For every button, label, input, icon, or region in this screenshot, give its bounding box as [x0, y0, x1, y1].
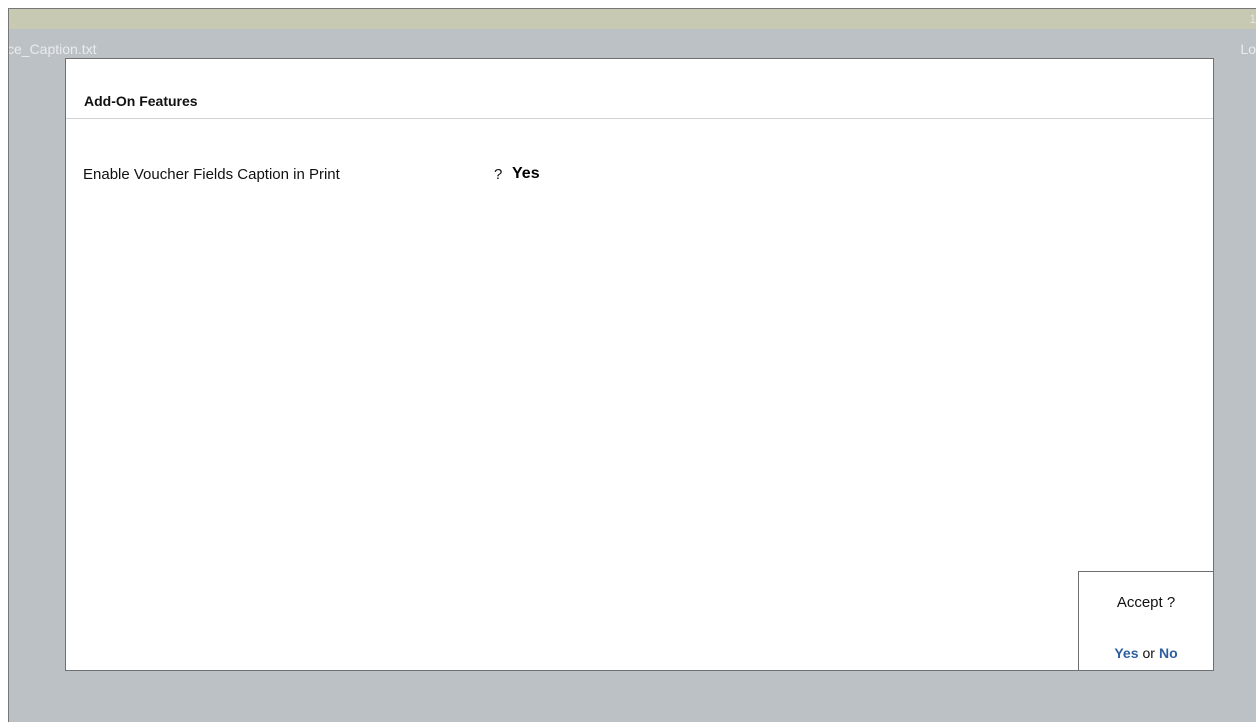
app-screen: 1 ce_Caption.txt Lo Add-On Features Enab… — [8, 8, 1256, 722]
background-right-label: Lo — [1240, 41, 1256, 57]
background-file-label: ce_Caption.txt — [8, 41, 97, 57]
top-bar: 1 — [9, 9, 1256, 29]
accept-yes-button[interactable]: Yes — [1114, 645, 1138, 661]
voucher-caption-toggle[interactable]: Yes — [512, 165, 540, 183]
field-label-voucher-caption: Enable Voucher Fields Caption in Print — [83, 166, 340, 183]
field-prompt: ? — [494, 166, 503, 183]
top-bar-text: 1 — [1249, 12, 1256, 26]
accept-options: Yes or No — [1079, 645, 1213, 661]
add-on-features-dialog: Add-On Features Enable Voucher Fields Ca… — [65, 58, 1214, 671]
accept-no-button[interactable]: No — [1159, 645, 1178, 661]
accept-or-text: or — [1142, 645, 1155, 661]
dialog-title: Add-On Features — [84, 93, 198, 109]
accept-prompt-box: Accept ? Yes or No — [1078, 571, 1214, 671]
title-divider — [66, 118, 1213, 119]
accept-question: Accept ? — [1116, 594, 1176, 611]
